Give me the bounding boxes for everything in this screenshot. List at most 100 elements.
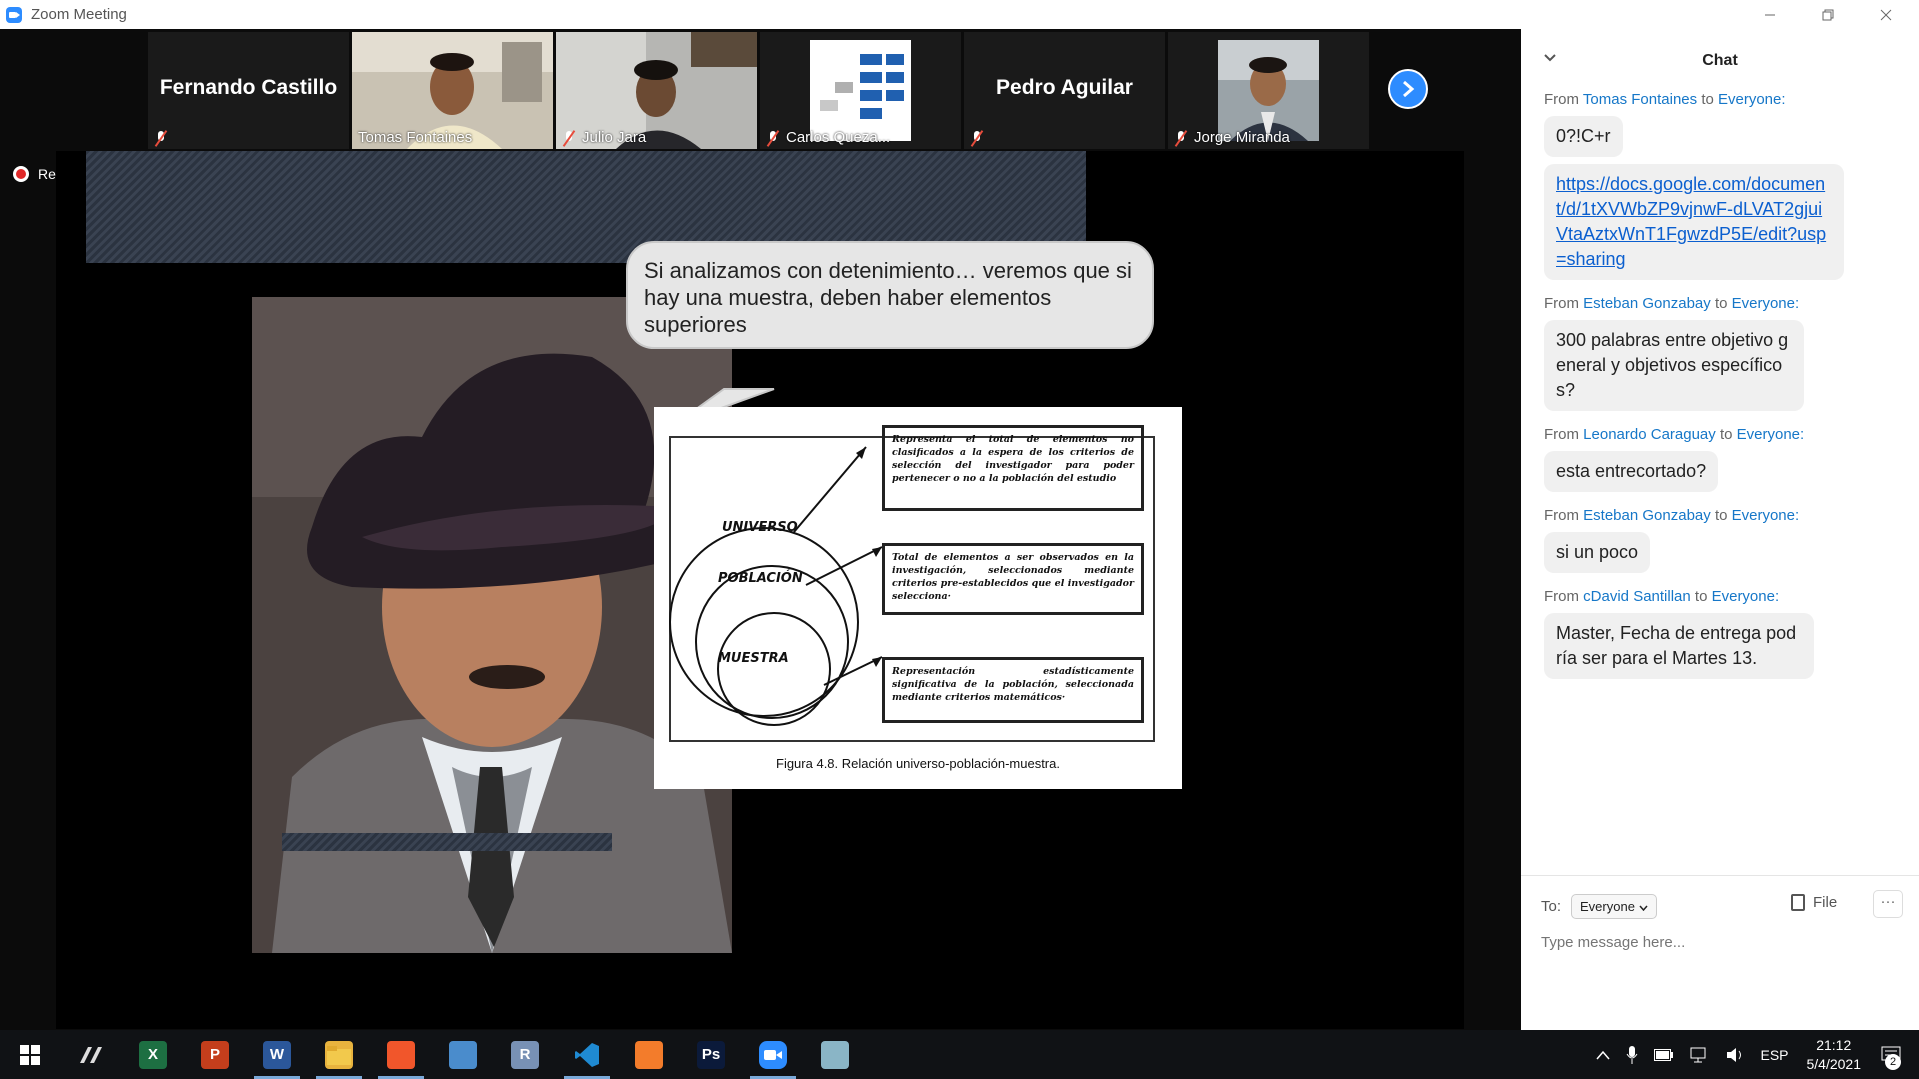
battery-icon[interactable] bbox=[1654, 1048, 1674, 1061]
file-button[interactable]: File bbox=[1791, 894, 1837, 911]
action-center-button[interactable]: 2 bbox=[1873, 1040, 1909, 1070]
taskbar-app[interactable] bbox=[618, 1030, 680, 1079]
paint-icon bbox=[821, 1040, 849, 1069]
network-icon[interactable] bbox=[1690, 1047, 1710, 1063]
minimize-button[interactable] bbox=[1741, 0, 1799, 29]
sender-name[interactable]: Esteban Gonzabay bbox=[1583, 295, 1711, 312]
file-explorer-icon bbox=[325, 1040, 353, 1069]
participant-tile[interactable]: Pedro Aguilar bbox=[964, 32, 1165, 149]
taskbar-app[interactable] bbox=[60, 1030, 122, 1079]
chevron-down-icon[interactable] bbox=[1543, 53, 1557, 63]
recipient-row: To: Everyone bbox=[1541, 894, 1657, 919]
participant-name: Carlos Queza... bbox=[786, 129, 891, 146]
powerpoint-icon: P bbox=[201, 1040, 229, 1069]
clock-time: 21:12 bbox=[1816, 1036, 1852, 1053]
recipient-name[interactable]: Everyone: bbox=[1718, 91, 1786, 108]
taskbar-app[interactable]: P bbox=[184, 1030, 246, 1079]
definition-box-universo: Representa el total de elementos no clas… bbox=[882, 425, 1144, 511]
xampp-icon bbox=[635, 1040, 663, 1069]
taskbar-app[interactable]: R bbox=[494, 1030, 556, 1079]
message-bubble: https://docs.google.com/document/d/1tXVW… bbox=[1544, 164, 1844, 280]
sender-name[interactable]: Leonardo Caraguay bbox=[1583, 426, 1716, 443]
recipient-name[interactable]: Everyone: bbox=[1732, 295, 1800, 312]
taskbar-apps: X P W R Ps bbox=[60, 1030, 866, 1079]
mic-muted-icon bbox=[154, 130, 168, 146]
message-header: From Esteban Gonzabay to Everyone: bbox=[1544, 295, 1904, 312]
chat-message: From cDavid Santillan to Everyone: Maste… bbox=[1544, 588, 1904, 694]
title-bar: Zoom Meeting bbox=[0, 0, 1919, 29]
poblacion-label: POBLACIÓN bbox=[718, 571, 803, 586]
clock-date: 5/4/2021 bbox=[1806, 1055, 1862, 1072]
participant-name-large: Pedro Aguilar bbox=[996, 76, 1133, 99]
message-bubble: 0?!C+r bbox=[1544, 116, 1623, 157]
chat-messages[interactable]: From Tomas Fontaines to Everyone: 0?!C+r… bbox=[1544, 91, 1904, 694]
taskbar-app[interactable] bbox=[804, 1030, 866, 1079]
participant-tile[interactable]: Fernando Castillo bbox=[148, 32, 349, 149]
volume-icon[interactable] bbox=[1726, 1047, 1746, 1063]
from-label: From bbox=[1544, 588, 1579, 605]
from-label: From bbox=[1544, 295, 1579, 312]
universo-label: UNIVERSO bbox=[722, 520, 798, 535]
file-icon bbox=[1791, 894, 1805, 911]
mic-muted-icon bbox=[766, 130, 780, 146]
recipient-value: Everyone bbox=[1580, 899, 1635, 914]
speech-bubble: Si analizamos con detenimiento… veremos … bbox=[626, 241, 1154, 349]
more-options-button[interactable]: ··· bbox=[1873, 890, 1903, 918]
participant-name: Tomas Fontaines bbox=[358, 129, 473, 146]
restore-button[interactable] bbox=[1799, 0, 1857, 29]
sender-name[interactable]: cDavid Santillan bbox=[1583, 588, 1691, 605]
message-header: From Tomas Fontaines to Everyone: bbox=[1544, 91, 1904, 108]
sender-name[interactable]: Tomas Fontaines bbox=[1583, 91, 1697, 108]
microphone-icon[interactable] bbox=[1626, 1045, 1638, 1064]
taskbar-app[interactable]: W bbox=[246, 1030, 308, 1079]
muestra-label: MUESTRA bbox=[718, 651, 789, 666]
taskbar: X P W R Ps ESP 21:12 5/4/2021 2 bbox=[0, 1030, 1919, 1079]
excel-icon: X bbox=[139, 1040, 167, 1069]
recipient-name[interactable]: Everyone: bbox=[1737, 426, 1805, 443]
from-label: From bbox=[1544, 426, 1579, 443]
taskbar-app[interactable]: X bbox=[122, 1030, 184, 1079]
taskbar-app[interactable] bbox=[370, 1030, 432, 1079]
taskbar-app[interactable]: Ps bbox=[680, 1030, 742, 1079]
to-word: to bbox=[1701, 91, 1714, 108]
recipient-dropdown[interactable]: Everyone bbox=[1571, 894, 1657, 919]
message-header: From cDavid Santillan to Everyone: bbox=[1544, 588, 1904, 605]
next-page-button[interactable] bbox=[1388, 69, 1428, 109]
message-header: From Leonardo Caraguay to Everyone: bbox=[1544, 426, 1904, 443]
participant-name: Jorge Miranda bbox=[1194, 129, 1290, 146]
participant-tile[interactable]: Carlos Queza... bbox=[760, 32, 961, 149]
control-panel-icon bbox=[449, 1040, 477, 1069]
message-link[interactable]: https://docs.google.com/document/d/1tXVW… bbox=[1556, 174, 1826, 269]
participant-label: Tomas Fontaines bbox=[358, 129, 472, 146]
vectorworks-icon bbox=[77, 1040, 105, 1069]
message-input[interactable] bbox=[1541, 934, 1901, 951]
participant-label bbox=[154, 130, 168, 146]
brave-icon bbox=[387, 1040, 415, 1069]
sender-name[interactable]: Esteban Gonzabay bbox=[1583, 507, 1711, 524]
mic-muted-icon bbox=[1174, 130, 1188, 146]
participant-tile[interactable]: Tomas Fontaines bbox=[352, 32, 553, 149]
taskbar-app[interactable] bbox=[742, 1030, 804, 1079]
close-icon bbox=[1880, 9, 1892, 20]
start-button[interactable] bbox=[0, 1030, 60, 1079]
close-button[interactable] bbox=[1857, 0, 1915, 29]
to-word: to bbox=[1719, 426, 1733, 443]
taskbar-app[interactable] bbox=[308, 1030, 370, 1079]
taskbar-app[interactable] bbox=[556, 1030, 618, 1079]
chat-message: https://docs.google.com/document/d/1tXVW… bbox=[1544, 164, 1904, 295]
figure-image: UNIVERSO POBLACIÓN MUESTRA Representa el… bbox=[654, 407, 1182, 789]
to-word: to bbox=[1714, 295, 1728, 312]
mic-muted-icon bbox=[970, 130, 984, 146]
recipient-name[interactable]: Everyone: bbox=[1712, 588, 1780, 605]
to-label: To: bbox=[1541, 898, 1562, 915]
chat-message: From Tomas Fontaines to Everyone: 0?!C+r bbox=[1544, 91, 1904, 172]
zoom-logo-icon bbox=[6, 6, 22, 23]
taskbar-app[interactable] bbox=[432, 1030, 494, 1079]
chat-footer: To: Everyone File ··· bbox=[1521, 875, 1919, 1030]
participant-tile[interactable]: Jorge Miranda bbox=[1168, 32, 1369, 149]
recipient-name[interactable]: Everyone: bbox=[1732, 507, 1800, 524]
participant-tile[interactable]: Julio Jara bbox=[556, 32, 757, 149]
clock[interactable]: 21:12 5/4/2021 bbox=[1807, 1036, 1862, 1074]
chevron-up-icon[interactable] bbox=[1596, 1050, 1611, 1060]
language-indicator[interactable]: ESP bbox=[1760, 1047, 1788, 1063]
